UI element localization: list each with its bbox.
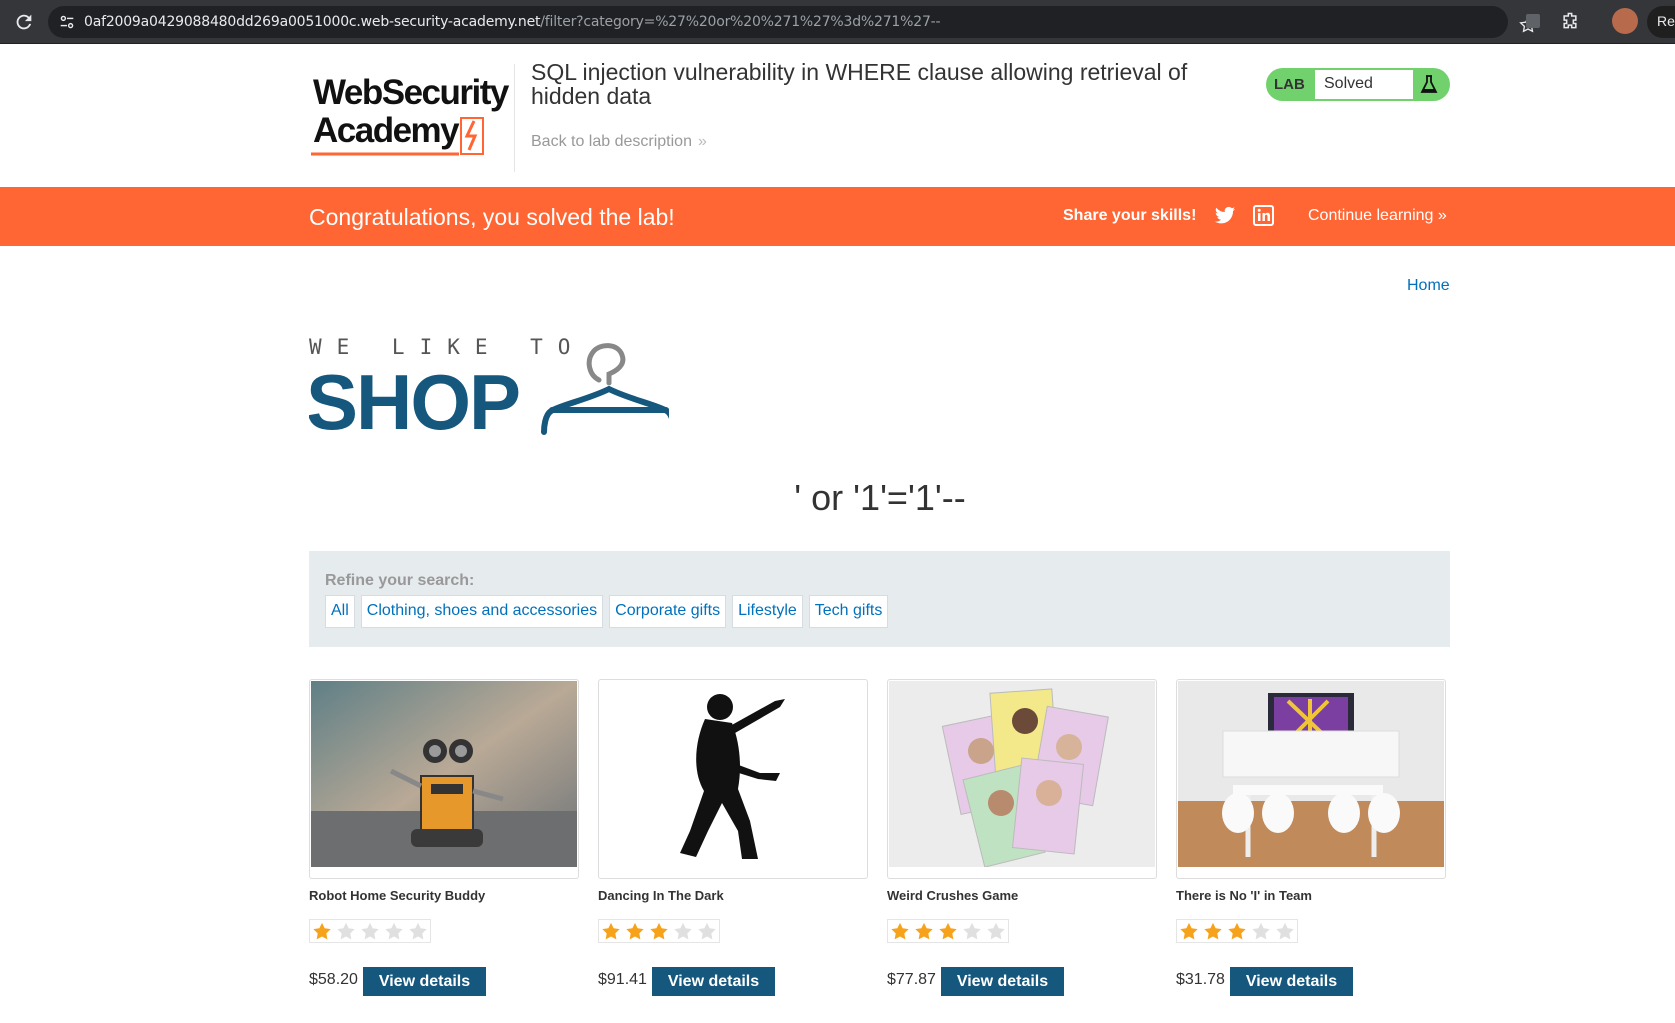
shop-logo-tagline: WE LIKE TO: [309, 335, 585, 359]
lab-status-box: Solved: [1315, 70, 1413, 99]
back-link-label: Back to lab description: [531, 133, 692, 150]
product-name: Robot Home Security Buddy: [309, 888, 486, 903]
star-filled-icon: [623, 920, 647, 942]
extensions-icon[interactable]: [1560, 11, 1580, 31]
product-rating: [1176, 919, 1298, 943]
shop-logo-word: SHOP: [309, 358, 519, 435]
url-text: 0af2009a0429088480dd269a0051000c.web-sec…: [84, 14, 941, 30]
star-empty-icon: [358, 920, 382, 942]
team-office-image: [1178, 681, 1444, 867]
url-path: /filter?category=%27%20or%20%271%27%3d%2…: [540, 14, 941, 30]
star-empty-icon: [984, 920, 1008, 942]
continue-learning-label: Continue learning: [1308, 207, 1434, 224]
star-empty-icon: [960, 920, 984, 942]
category-filters: All Clothing, shoes and accessories Corp…: [325, 595, 889, 628]
hanger-hook-icon: [586, 343, 626, 386]
product-rating: [887, 919, 1009, 943]
chevron-right-icon: »: [1437, 207, 1447, 224]
header-divider: [514, 64, 515, 172]
home-link[interactable]: Home: [1407, 277, 1450, 295]
view-details-button[interactable]: View details: [1230, 967, 1353, 996]
view-details-button[interactable]: View details: [941, 967, 1064, 996]
congratulations-banner: Congratulations, you solved the lab! Sha…: [0, 187, 1675, 246]
star-empty-icon: [1273, 920, 1297, 942]
star-empty-icon: [382, 920, 406, 942]
filter-panel: Refine your search: All Clothing, shoes …: [309, 551, 1450, 647]
congratulations-message: Congratulations, you solved the lab!: [309, 204, 675, 230]
star-empty-icon: [695, 920, 719, 942]
flask-icon: [1420, 75, 1438, 93]
star-filled-icon: [1201, 920, 1225, 942]
reload-icon[interactable]: [13, 11, 35, 33]
product-image-frame[interactable]: [309, 679, 579, 879]
product-card: Robot Home Security Buddy $58.20 View de…: [309, 679, 579, 999]
site-info-icon[interactable]: [58, 13, 76, 31]
star-empty-icon: [1249, 920, 1273, 942]
product-price: $91.41: [598, 971, 647, 988]
product-card: There is No 'I' in Team $31.78 View deta…: [1176, 679, 1446, 999]
star-empty-icon: [334, 920, 358, 942]
star-filled-icon: [912, 920, 936, 942]
share-skills-label: Share your skills!: [1063, 207, 1197, 224]
view-details-button[interactable]: View details: [363, 967, 486, 996]
product-name: There is No 'I' in Team: [1176, 888, 1312, 903]
product-rating: [309, 919, 431, 943]
product-price: $77.87: [887, 971, 936, 988]
product-price: $58.20: [309, 971, 358, 988]
filter-tech-gifts[interactable]: Tech gifts: [808, 595, 889, 628]
star-filled-icon: [936, 920, 960, 942]
robot-toy-image: [311, 681, 577, 867]
star-filled-icon: [1225, 920, 1249, 942]
logo-line2: Academy: [313, 111, 460, 150]
twitter-icon[interactable]: [1214, 206, 1236, 226]
product-rating: [598, 919, 720, 943]
star-filled-icon: [888, 920, 912, 942]
refine-search-label: Refine your search:: [325, 572, 475, 589]
we-like-to-shop-logo[interactable]: WE LIKE TO SHOP: [309, 335, 669, 435]
relaunch-button[interactable]: Re: [1647, 6, 1675, 38]
tab-search-icon[interactable]: [1523, 11, 1543, 31]
lab-status-badge: LAB Solved: [1266, 68, 1450, 101]
dancer-silhouette-image: [600, 681, 866, 867]
filter-clothing[interactable]: Clothing, shoes and accessories: [360, 595, 604, 628]
star-filled-icon: [310, 920, 334, 942]
search-term-heading: ' or '1'='1'--: [794, 477, 966, 518]
url-host: 0af2009a0429088480dd269a0051000c.web-sec…: [84, 14, 541, 30]
academy-header: WebSecurity Academy SQL injection vulner…: [0, 44, 1675, 187]
back-to-lab-description-link[interactable]: Back to lab description »: [531, 133, 707, 151]
web-security-academy-logo[interactable]: WebSecurity Academy: [309, 66, 519, 176]
hanger-body-icon: [541, 386, 669, 435]
product-card: Dancing In The Dark $91.41 View details: [598, 679, 868, 999]
star-filled-icon: [599, 920, 623, 942]
star-filled-icon: [1177, 920, 1201, 942]
product-image-frame[interactable]: [887, 679, 1157, 879]
chevron-right-icon: »: [697, 133, 707, 150]
star-empty-icon: [671, 920, 695, 942]
star-filled-icon: [647, 920, 671, 942]
filter-lifestyle[interactable]: Lifestyle: [732, 595, 803, 628]
filter-all[interactable]: All: [325, 595, 355, 628]
product-image-frame[interactable]: [598, 679, 868, 879]
product-price: $31.78: [1176, 971, 1225, 988]
product-name: Weird Crushes Game: [887, 888, 1019, 903]
logo-line1: WebSecurity: [313, 73, 510, 112]
lab-title: SQL injection vulnerability in WHERE cla…: [531, 59, 1188, 109]
product-name: Dancing In The Dark: [598, 888, 724, 903]
continue-learning-link[interactable]: Continue learning »: [1308, 207, 1447, 225]
profile-avatar[interactable]: [1612, 8, 1638, 34]
card-game-image: [889, 681, 1155, 867]
browser-toolbar: 0af2009a0429088480dd269a0051000c.web-sec…: [0, 0, 1675, 44]
address-bar[interactable]: 0af2009a0429088480dd269a0051000c.web-sec…: [48, 6, 1537, 38]
filter-corporate-gifts[interactable]: Corporate gifts: [609, 595, 727, 628]
star-empty-icon: [406, 920, 430, 942]
lab-badge-label: LAB: [1274, 76, 1305, 93]
product-grid: Robot Home Security Buddy $58.20 View de…: [309, 679, 1450, 999]
product-card: Weird Crushes Game $77.87 View details: [887, 679, 1157, 999]
product-image-frame[interactable]: [1176, 679, 1446, 879]
view-details-button[interactable]: View details: [652, 967, 775, 996]
lab-status-text: Solved: [1324, 75, 1373, 92]
linkedin-icon[interactable]: [1253, 205, 1274, 226]
